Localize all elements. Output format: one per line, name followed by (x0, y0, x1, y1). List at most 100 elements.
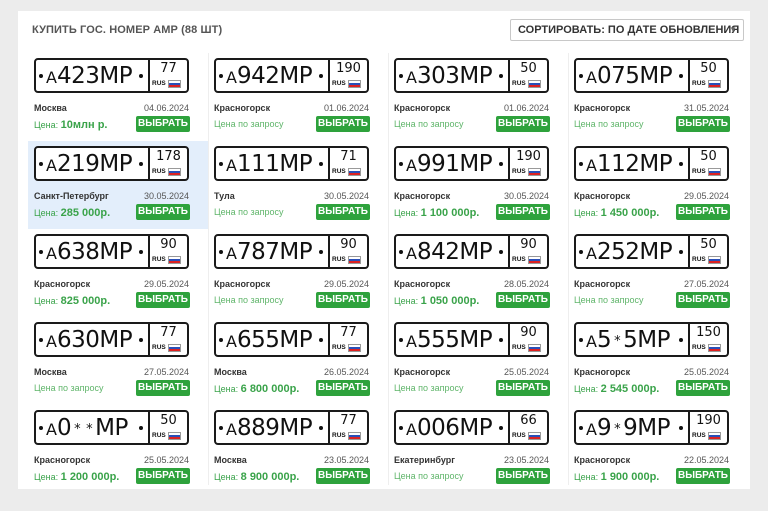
rus-label: RUS (152, 432, 166, 439)
select-button[interactable]: ВЫБРАТЬ (676, 468, 730, 484)
plate-digits: 252 (596, 239, 640, 265)
plate-card[interactable]: А075МР 50 RUS Красногорск 31.05.2024 Цена по … (568, 53, 748, 141)
select-button[interactable]: ВЫБРАТЬ (316, 292, 370, 308)
plate-bolt-icon (319, 338, 323, 342)
plate-city: Москва (34, 367, 67, 377)
license-plate[interactable]: А112МР 50 RUS (574, 146, 729, 181)
plate-bolt-icon (39, 74, 43, 78)
license-plate[interactable]: А787МР 90 RUS (214, 234, 369, 269)
license-plate[interactable]: А423МР 77 RUS (34, 58, 189, 93)
license-plate[interactable]: А630МР 77 RUS (34, 322, 189, 357)
price-on-request: Цена по запросу (394, 383, 464, 393)
select-button[interactable]: ВЫБРАТЬ (136, 468, 190, 484)
select-button[interactable]: ВЫБРАТЬ (316, 380, 370, 396)
russia-flag-icon (348, 432, 361, 440)
select-button[interactable]: ВЫБРАТЬ (316, 116, 370, 132)
rus-label: RUS (692, 344, 706, 351)
license-plate[interactable]: А655МР 77 RUS (214, 322, 369, 357)
select-button[interactable]: ВЫБРАТЬ (136, 204, 190, 220)
plate-bolt-icon (679, 250, 683, 254)
plate-card[interactable]: А787МР 90 RUS Красногорск 29.05.2024 Цена по … (208, 229, 388, 317)
price-prefix: Цена: (34, 208, 61, 218)
plate-bolt-icon (319, 74, 323, 78)
license-plate[interactable]: А9 * 9МР 190 RUS (574, 410, 729, 445)
plate-number: А630МР (46, 327, 146, 354)
plate-card[interactable]: А303МР 50 RUS Красногорск 01.06.2024 Цена по … (388, 53, 568, 141)
price-value: 285 000р. (60, 207, 111, 219)
rus-label: RUS (692, 168, 706, 175)
plate-price: Цена: 1 450 000р. (574, 207, 659, 219)
select-button[interactable]: ВЫБРАТЬ (496, 468, 550, 484)
license-plate[interactable]: А075МР 50 RUS (574, 58, 729, 93)
plate-card[interactable]: А006МР 66 RUS Екатеринбург 23.05.2024 Цена по… (388, 405, 568, 493)
plate-card[interactable]: А630МР 77 RUS Москва 27.05.2024 Цена по запро… (28, 317, 208, 405)
select-button[interactable]: ВЫБРАТЬ (496, 380, 550, 396)
russia-flag-icon (528, 168, 541, 176)
plate-card[interactable]: А638МР 90 RUS Красногорск 29.05.2024 Цена: 82… (28, 229, 208, 317)
plate-card[interactable]: А112МР 50 RUS Красногорск 29.05.2024 Цена: 1 … (568, 141, 748, 229)
license-plate[interactable]: А0 * * МР 50 RUS (34, 410, 189, 445)
region-code: 50 (520, 61, 537, 76)
plate-date: 29.05.2024 (683, 191, 729, 201)
license-plate[interactable]: А842МР 90 RUS (394, 234, 549, 269)
select-button[interactable]: ВЫБРАТЬ (316, 204, 370, 220)
plate-card[interactable]: А842МР 90 RUS Красногорск 28.05.2024 Цена: 1 … (388, 229, 568, 317)
select-button[interactable]: ВЫБРАТЬ (676, 204, 730, 220)
plate-date: 29.05.2024 (323, 279, 369, 289)
plate-card[interactable]: А219МР 178 RUS Санкт-Петербург 30.05.2024 Цен… (28, 141, 208, 229)
plate-letter: А (46, 332, 57, 351)
plate-region: 178 RUS (148, 148, 187, 179)
russia-flag-icon (528, 256, 541, 264)
license-plate[interactable]: А006МР 66 RUS (394, 410, 549, 445)
license-plate[interactable]: А889МР 77 RUS (214, 410, 369, 445)
plate-card[interactable]: А942МР 190 RUS Красногорск 01.06.2024 Цена по… (208, 53, 388, 141)
select-button[interactable]: ВЫБРАТЬ (676, 380, 730, 396)
plate-price: Цена: 1 200 000р. (34, 471, 119, 483)
plate-price: Цена: 6 800 000р. (214, 383, 299, 395)
plate-digits: 9 * 9 (596, 415, 638, 441)
license-plate[interactable]: А111МР 71 RUS (214, 146, 369, 181)
price-value: 825 000р. (60, 295, 111, 307)
select-button[interactable]: ВЫБРАТЬ (136, 380, 190, 396)
select-button[interactable]: ВЫБРАТЬ (316, 468, 370, 484)
region-code: 190 (516, 149, 541, 164)
plate-card[interactable]: А655МР 77 RUS Москва 26.05.2024 Цена: 6 800 0… (208, 317, 388, 405)
license-plate[interactable]: А303МР 50 RUS (394, 58, 549, 93)
select-button[interactable]: ВЫБРАТЬ (136, 116, 190, 132)
license-plate[interactable]: А219МР 178 RUS (34, 146, 189, 181)
select-button[interactable]: ВЫБРАТЬ (496, 116, 550, 132)
plate-card[interactable]: А5 * 5МР 150 RUS Красногорск 25.05.2024 Цена: 2… (568, 317, 748, 405)
license-plate[interactable]: А638МР 90 RUS (34, 234, 189, 269)
plate-card[interactable]: А423МР 77 RUS Москва 04.06.2024 Цена: 10млн р… (28, 53, 208, 141)
plate-card[interactable]: А111МР 71 RUS Тула 30.05.2024 Цена по запросу… (208, 141, 388, 229)
license-plate[interactable]: А5 * 5МР 150 RUS (574, 322, 729, 357)
select-button[interactable]: ВЫБРАТЬ (496, 292, 550, 308)
plate-card[interactable]: А252МР 50 RUS Красногорск 27.05.2024 Цена по … (568, 229, 748, 317)
plate-series: МР (637, 415, 670, 441)
plate-card[interactable]: А9 * 9МР 190 RUS Красногорск 22.05.2024 Цена: 1… (568, 405, 748, 493)
select-button[interactable]: ВЫБРАТЬ (676, 116, 730, 132)
plate-bolt-icon (139, 250, 143, 254)
price-value: 6 800 000р. (240, 383, 300, 395)
plate-number: А075МР (586, 63, 686, 90)
license-plate[interactable]: А991МР 190 RUS (394, 146, 549, 181)
price-prefix: Цена: (574, 384, 601, 394)
license-plate[interactable]: А252МР 50 RUS (574, 234, 729, 269)
plate-card[interactable]: А555МР 90 RUS Красногорск 25.05.2024 Цена по … (388, 317, 568, 405)
plate-city: Красногорск (34, 455, 91, 465)
plate-bolt-icon (139, 338, 143, 342)
select-button[interactable]: ВЫБРАТЬ (496, 204, 550, 220)
license-plate[interactable]: А942МР 190 RUS (214, 58, 369, 93)
select-button[interactable]: ВЫБРАТЬ (676, 292, 730, 308)
plate-region: 50 RUS (688, 60, 727, 91)
sort-dropdown[interactable]: СОРТИРОВАТЬ: ПО ДАТЕ ОБНОВЛЕНИЯ ▼ (510, 19, 744, 41)
plate-letter: А (586, 244, 597, 263)
plate-card[interactable]: А889МР 77 RUS Москва 23.05.2024 Цена: 8 900 0… (208, 405, 388, 493)
plate-card[interactable]: А991МР 190 RUS Красногорск 30.05.2024 Цена: 1… (388, 141, 568, 229)
license-plate[interactable]: А555МР 90 RUS (394, 322, 549, 357)
select-button[interactable]: ВЫБРАТЬ (136, 292, 190, 308)
plate-digits: 0 * * (56, 415, 93, 441)
plate-bolt-icon (319, 250, 323, 254)
plate-card[interactable]: А0 * * МР 50 RUS Красногорск 25.05.2024 Цена: 1 … (28, 405, 208, 493)
plate-series: МР (99, 151, 133, 177)
